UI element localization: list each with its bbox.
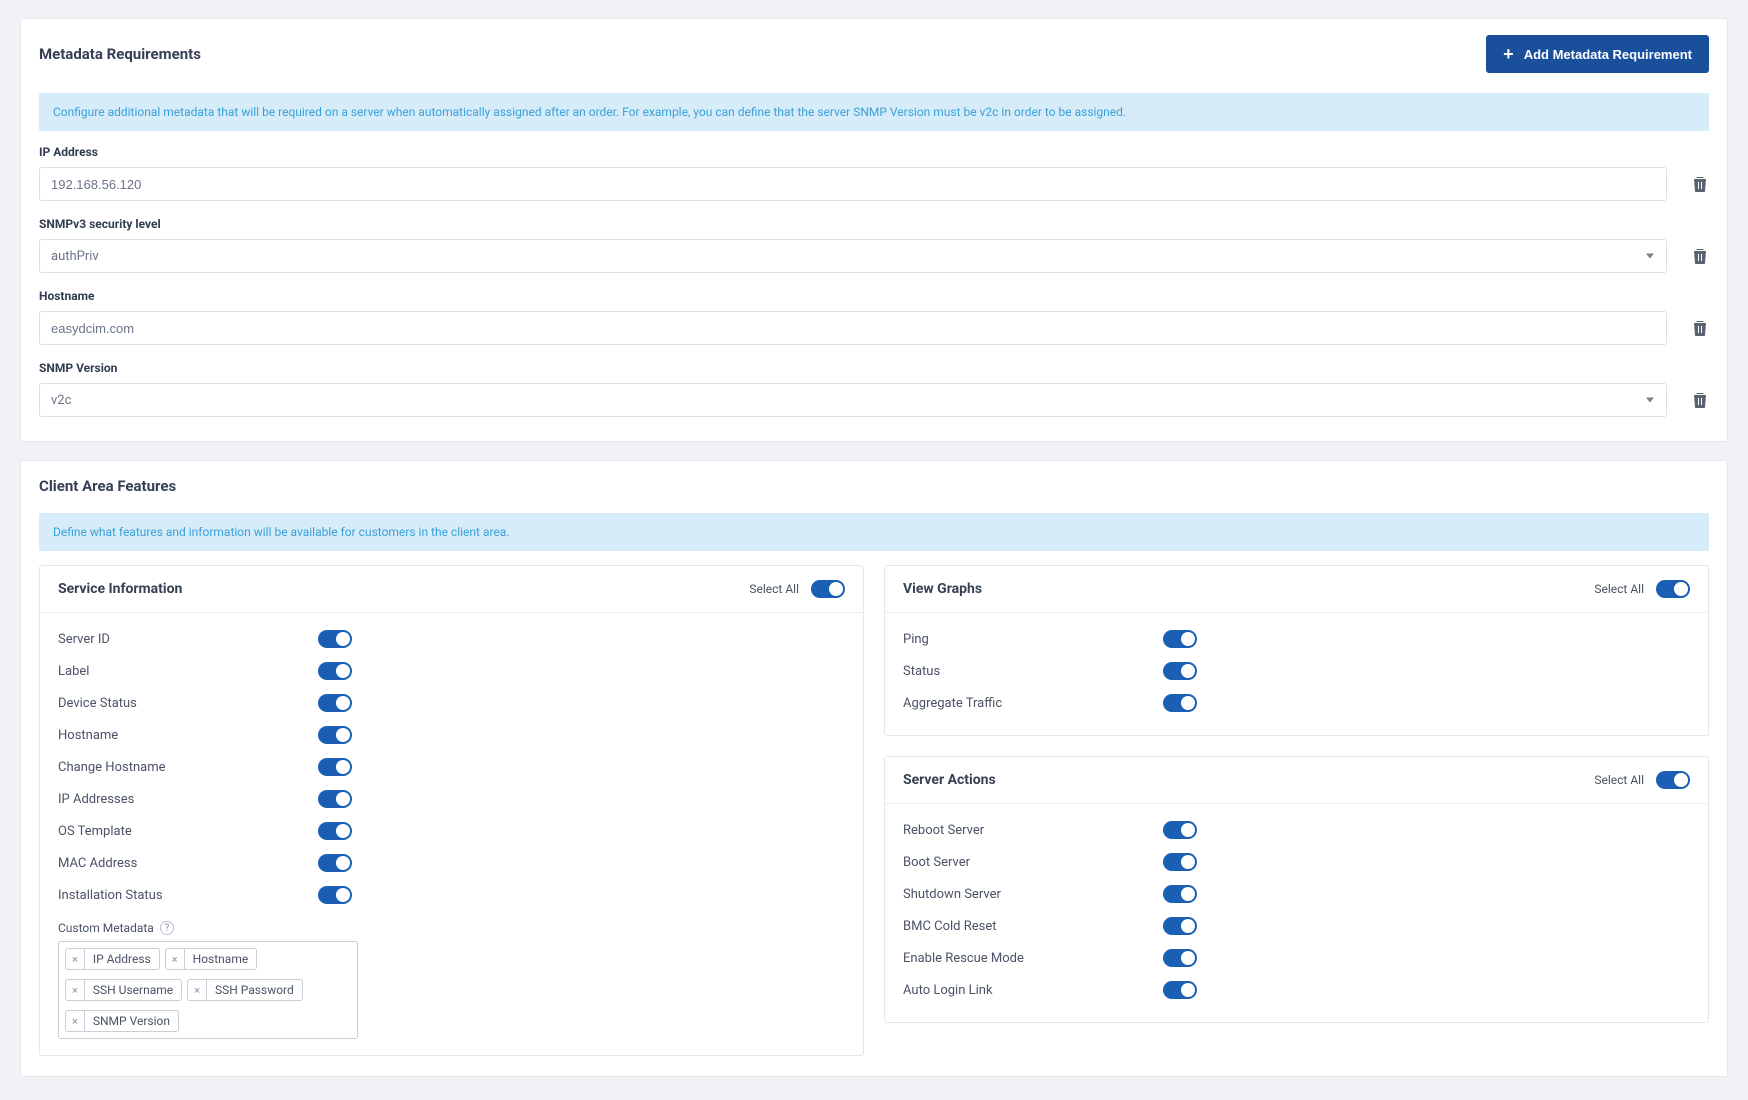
toggle-shutdown-server[interactable] [1163,885,1197,903]
service-info-title: Service Information [58,581,182,597]
toggle-ping[interactable] [1163,630,1197,648]
host-label: Hostname [39,289,1709,303]
ip-label: IP Address [39,145,1709,159]
field-snmp: SNMP Version v2c [39,361,1709,417]
row-mac-address: MAC Address [58,856,318,871]
toggle-os-template[interactable] [318,822,352,840]
tag-remove[interactable]: × [66,949,85,969]
toggle-hostname[interactable] [318,726,352,744]
tag-snmp-version: ×SNMP Version [65,1010,179,1032]
toggle-boot-server[interactable] [1163,853,1197,871]
toggle-device-status[interactable] [318,694,352,712]
tag-ssh-password: ×SSH Password [187,979,303,1001]
delete-sec-button[interactable] [1691,246,1709,266]
plus-icon: + [1503,45,1514,63]
delete-host-button[interactable] [1691,318,1709,338]
tag-ssh-username: ×SSH Username [65,979,182,1001]
custom-metadata-tagbox[interactable]: ×IP Address ×Hostname ×SSH Username ×SSH… [58,941,358,1039]
sec-label: SNMPv3 security level [39,217,1709,231]
delete-snmp-button[interactable] [1691,390,1709,410]
row-install-status: Installation Status [58,888,318,903]
select-all-label: Select All [749,582,799,596]
row-shutdown: Shutdown Server [903,887,1163,902]
row-reboot: Reboot Server [903,823,1163,838]
select-all-label: Select All [1594,582,1644,596]
sec-select-value: authPriv [51,249,99,264]
client-info: Define what features and information wil… [39,513,1709,551]
snmp-select[interactable]: v2c [39,383,1667,417]
trash-icon [1693,248,1707,264]
toggle-mac-address[interactable] [318,854,352,872]
server-actions-title: Server Actions [903,772,996,788]
row-ping: Ping [903,632,1163,647]
toggle-ip-addresses[interactable] [318,790,352,808]
trash-icon [1693,320,1707,336]
client-panel: Client Area Features Define what feature… [20,460,1728,1077]
view-graphs-title: View Graphs [903,581,982,597]
add-metadata-label: Add Metadata Requirement [1524,47,1692,62]
row-device-status: Device Status [58,696,318,711]
toggle-rescue-mode[interactable] [1163,949,1197,967]
row-auto-login: Auto Login Link [903,983,1163,998]
row-boot: Boot Server [903,855,1163,870]
tag-hostname: ×Hostname [165,948,257,970]
view-graphs-select-all-toggle[interactable] [1656,580,1690,598]
trash-icon [1693,176,1707,192]
field-sec: SNMPv3 security level authPriv [39,217,1709,273]
row-hostname: Hostname [58,728,318,743]
tag-remove[interactable]: × [66,1011,85,1031]
metadata-title: Metadata Requirements [39,45,201,63]
custom-metadata-label: Custom Metadata [58,921,154,935]
snmp-label: SNMP Version [39,361,1709,375]
toggle-aggregate-traffic[interactable] [1163,694,1197,712]
snmp-select-value: v2c [51,393,71,408]
tag-remove[interactable]: × [166,949,185,969]
delete-ip-button[interactable] [1691,174,1709,194]
metadata-panel: Metadata Requirements + Add Metadata Req… [20,18,1728,442]
tag-remove[interactable]: × [188,980,207,1000]
server-actions-select-all-toggle[interactable] [1656,771,1690,789]
toggle-change-hostname[interactable] [318,758,352,776]
view-graphs-panel: View Graphs Select All Ping Status Aggre… [884,565,1709,736]
row-server-id: Server ID [58,632,318,647]
ip-input[interactable] [39,167,1667,201]
row-os-template: OS Template [58,824,318,839]
trash-icon [1693,392,1707,408]
service-info-select-all-toggle[interactable] [811,580,845,598]
row-ip-addresses: IP Addresses [58,792,318,807]
field-hostname: Hostname [39,289,1709,345]
row-bmc: BMC Cold Reset [903,919,1163,934]
select-all-label: Select All [1594,773,1644,787]
tag-remove[interactable]: × [66,980,85,1000]
toggle-status[interactable] [1163,662,1197,680]
service-info-panel: Service Information Select All Server ID… [39,565,864,1056]
toggle-auto-login[interactable] [1163,981,1197,999]
toggle-server-id[interactable] [318,630,352,648]
tag-ip-address: ×IP Address [65,948,160,970]
metadata-info: Configure additional metadata that will … [39,93,1709,131]
help-icon[interactable]: ? [160,921,174,935]
row-label: Label [58,664,318,679]
client-title: Client Area Features [39,477,176,495]
toggle-install-status[interactable] [318,886,352,904]
row-rescue: Enable Rescue Mode [903,951,1163,966]
row-status: Status [903,664,1163,679]
host-input[interactable] [39,311,1667,345]
toggle-label[interactable] [318,662,352,680]
sec-select[interactable]: authPriv [39,239,1667,273]
row-change-hostname: Change Hostname [58,760,318,775]
toggle-reboot-server[interactable] [1163,821,1197,839]
row-agg: Aggregate Traffic [903,696,1163,711]
field-ip: IP Address [39,145,1709,201]
add-metadata-button[interactable]: + Add Metadata Requirement [1486,35,1709,73]
toggle-bmc-cold-reset[interactable] [1163,917,1197,935]
server-actions-panel: Server Actions Select All Reboot Server … [884,756,1709,1023]
